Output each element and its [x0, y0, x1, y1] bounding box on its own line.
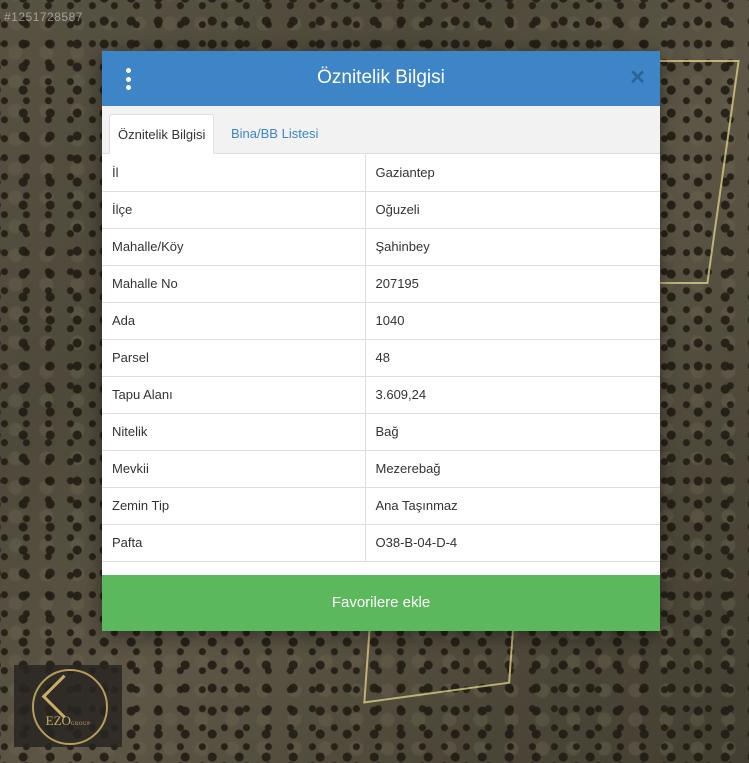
company-logo: EZOGROUP	[14, 665, 122, 747]
attribute-table: İl Gaziantep İlçe Oğuzeli Mahalle/Köy Şahin…	[102, 154, 660, 562]
table-row: Pafta O38-B-04-D-4	[102, 524, 660, 562]
row-value: Gaziantep	[365, 154, 660, 192]
row-key: Ada	[102, 302, 366, 340]
row-key: İlçe	[102, 191, 366, 229]
row-key: Pafta	[102, 524, 366, 562]
table-row: Parsel 48	[102, 339, 660, 377]
row-value: 48	[365, 339, 660, 377]
row-value: Mezerebağ	[365, 450, 660, 488]
row-key: Nitelik	[102, 413, 366, 451]
table-row: Mahalle No 207195	[102, 265, 660, 303]
row-key: Mahalle/Köy	[102, 228, 366, 266]
close-icon[interactable]: ✕	[629, 66, 646, 90]
add-to-favorites-button[interactable]: Favorilere ekle	[102, 575, 660, 631]
logo-subtext: GROUP	[70, 722, 91, 727]
table-row: İlçe Oğuzeli	[102, 191, 660, 229]
listing-id-watermark: #1251728587	[4, 10, 83, 24]
table-row: Tapu Alanı 3.609,24	[102, 376, 660, 414]
logo-text: EZO	[45, 713, 71, 728]
dialog-header: Öznitelik Bilgisi ✕	[102, 51, 660, 106]
row-key: Tapu Alanı	[102, 376, 366, 414]
row-key: Mahalle No	[102, 265, 366, 303]
table-row: İl Gaziantep	[102, 154, 660, 192]
row-value: Oğuzeli	[365, 191, 660, 229]
table-row: Mahalle/Köy Şahinbey	[102, 228, 660, 266]
tab-bar: Öznitelik Bilgisi Bina/BB Listesi	[102, 106, 660, 154]
row-value: Bağ	[365, 413, 660, 451]
table-row: Nitelik Bağ	[102, 413, 660, 451]
tab-attribute-info[interactable]: Öznitelik Bilgisi	[109, 114, 215, 154]
row-value: 207195	[365, 265, 660, 303]
row-value: 3.609,24	[365, 376, 660, 414]
row-value: 1040	[365, 302, 660, 340]
row-key: Zemin Tip	[102, 487, 366, 525]
row-key: Parsel	[102, 339, 366, 377]
row-value: Ana Taşınmaz	[365, 487, 660, 525]
row-key: İl	[102, 154, 366, 192]
table-row: Zemin Tip Ana Taşınmaz	[102, 487, 660, 525]
table-row: Mevkii Mezerebağ	[102, 450, 660, 488]
row-value: Şahinbey	[365, 228, 660, 266]
dialog-title: Öznitelik Bilgisi	[317, 67, 445, 88]
row-value: O38-B-04-D-4	[365, 524, 660, 562]
attribute-info-dialog: Öznitelik Bilgisi ✕ Öznitelik Bilgisi Bi…	[102, 51, 660, 631]
row-key: Mevkii	[102, 450, 366, 488]
tab-building-list[interactable]: Bina/BB Listesi	[223, 114, 326, 153]
table-row: Ada 1040	[102, 302, 660, 340]
